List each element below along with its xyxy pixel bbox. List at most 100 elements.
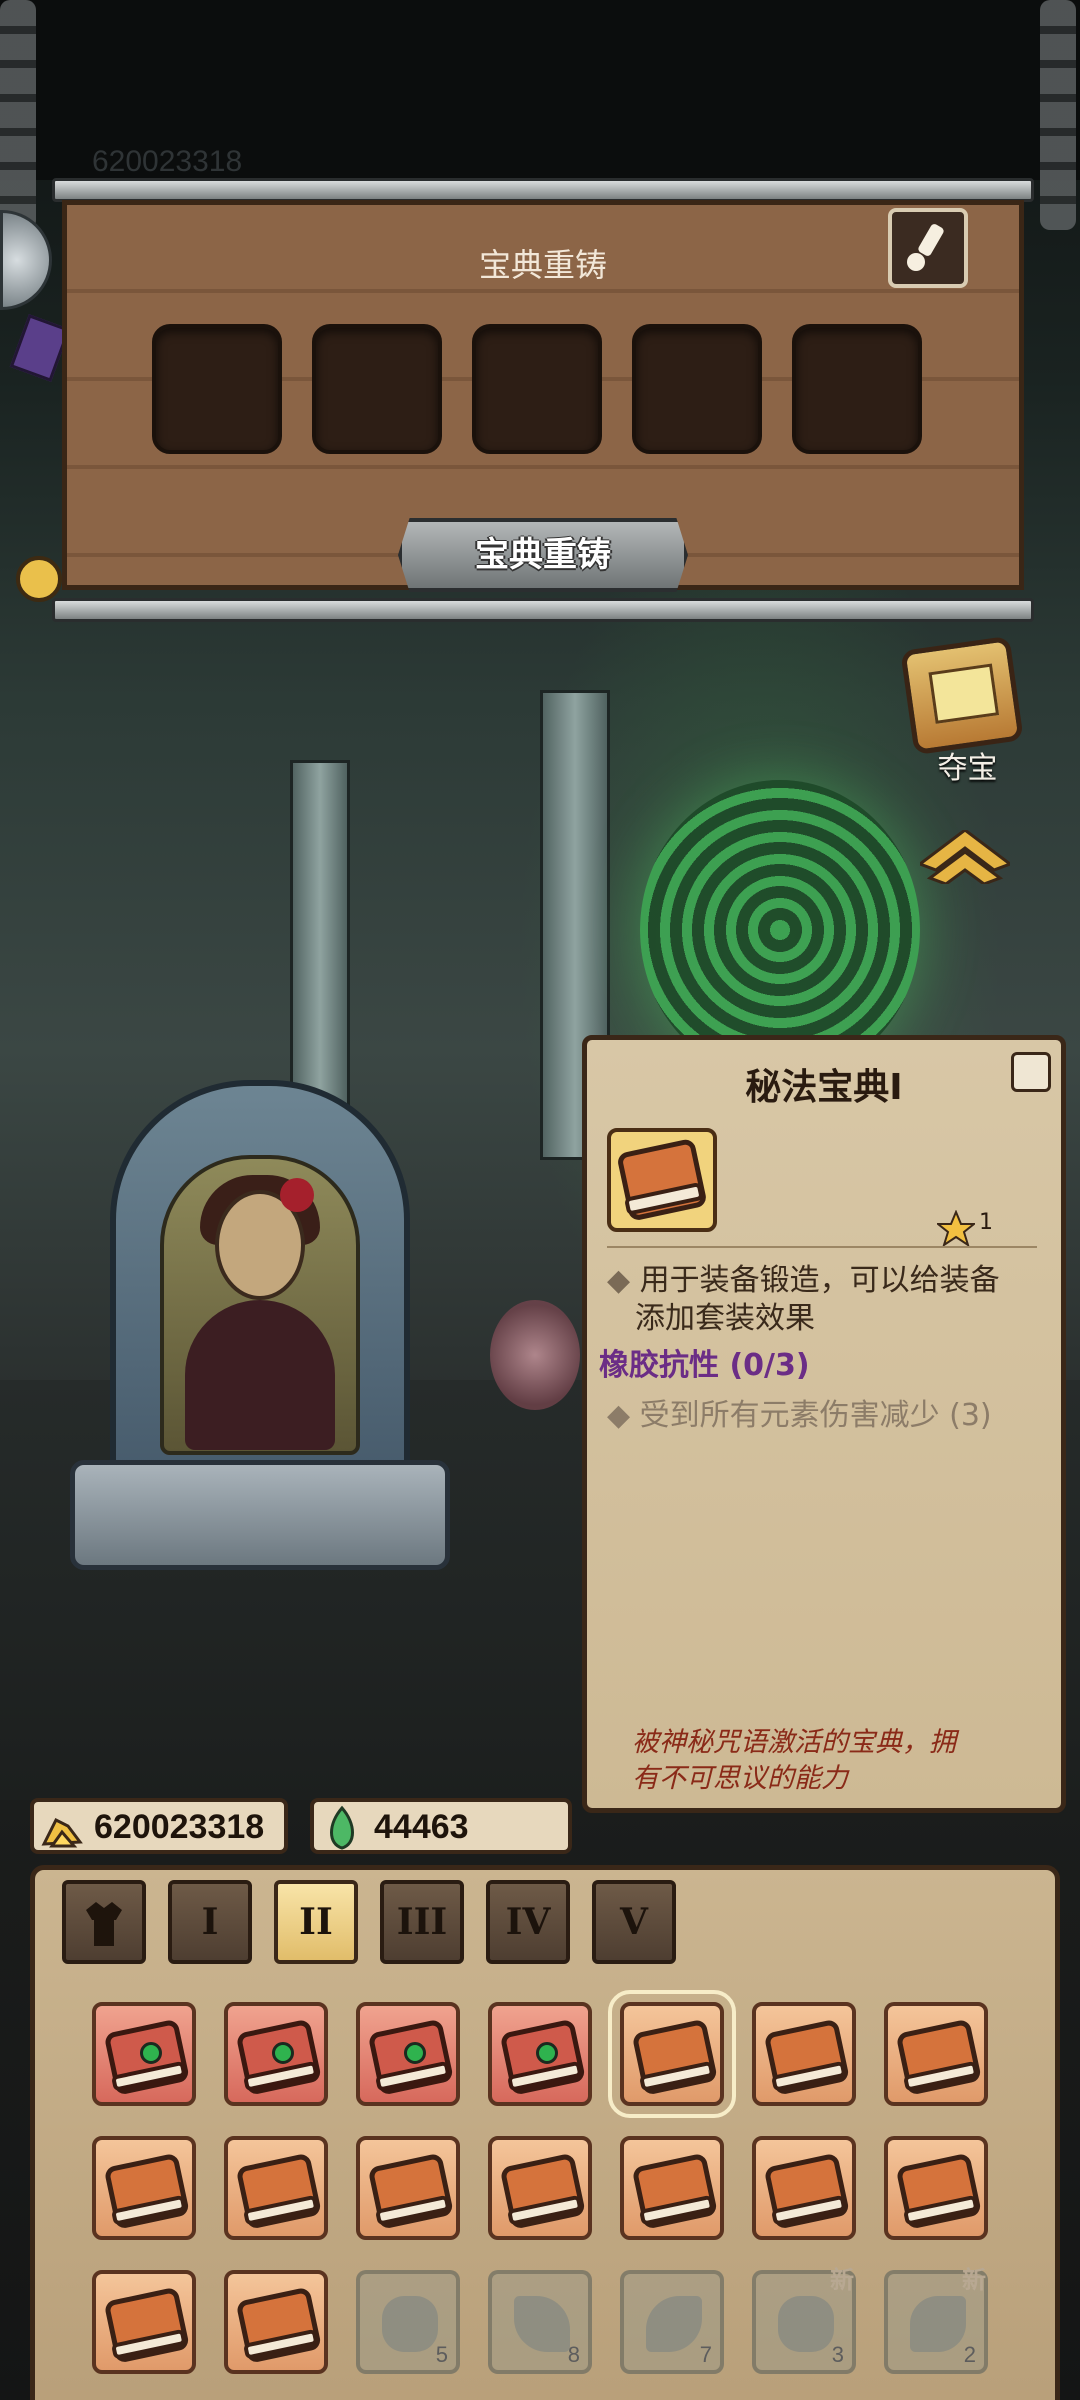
chevron-up-icon[interactable]: [920, 830, 1010, 884]
tab-tier-1[interactable]: I: [168, 1880, 252, 1964]
edit-button[interactable]: [888, 208, 968, 288]
book-item[interactable]: [224, 2270, 328, 2374]
card-corner-icon[interactable]: [1011, 1052, 1051, 1092]
set-effect: ◆ 受到所有元素伤害减少 (3): [607, 1398, 992, 1433]
item-count: 3: [831, 2342, 844, 2367]
item-title: 秘法宝典Ⅰ: [745, 1067, 903, 1108]
orange-book-icon: [765, 2154, 849, 2228]
flavor-line: 有不可思议的能力: [632, 1763, 848, 1794]
green-essence-icon: [330, 1805, 354, 1850]
merchant-desk: [70, 1460, 450, 1570]
orange-book-icon: [369, 2154, 453, 2228]
green-gem-icon: [404, 2042, 426, 2064]
book-item[interactable]: [488, 2136, 592, 2240]
material-silhouette-icon: [382, 2296, 438, 2352]
book-item-selected[interactable]: [608, 1990, 736, 2118]
reforge-slot[interactable]: [312, 324, 442, 454]
book-item[interactable]: [92, 2270, 196, 2374]
rose-icon: [280, 1178, 314, 1212]
merchant-throne[interactable]: [70, 1060, 450, 1580]
tab-tier-4[interactable]: IV: [486, 1880, 570, 1964]
material-silhouette-icon: [910, 2296, 966, 2352]
panel-top-rail: [52, 178, 1034, 202]
essence-currency: 44463: [310, 1798, 572, 1854]
material-silhouette-icon: [514, 2296, 570, 2352]
book-item[interactable]: [752, 2136, 856, 2240]
tab-tier-5[interactable]: V: [592, 1880, 676, 1964]
book-icon: [618, 1139, 706, 1220]
description-line: 添加套装效果: [635, 1301, 815, 1336]
orange-book-icon: [765, 2020, 849, 2094]
treasure-label: 夺宝: [937, 752, 998, 785]
locked-material-item[interactable]: 5: [356, 2270, 460, 2374]
set-effect-text: 受到所有元素伤害减少 (3): [639, 1398, 992, 1433]
book-item[interactable]: [356, 2136, 460, 2240]
locked-material-item[interactable]: 7: [620, 2270, 724, 2374]
card-divider: [607, 1246, 1037, 1248]
book-item[interactable]: [224, 2136, 328, 2240]
book-item-gem[interactable]: [356, 2002, 460, 2106]
item-count: 7: [699, 2342, 712, 2367]
ghost-character: [490, 1300, 580, 1410]
orange-book-icon: [237, 2154, 321, 2228]
item-info-card: 秘法宝典Ⅰ 1 ◆ 用于装备锻造，可以给装备 添加套装效果 橡胶抗性 (0/3)…: [582, 1035, 1066, 1813]
gold-pile-icon: [41, 1817, 83, 1848]
material-silhouette-icon: [646, 2296, 702, 2352]
book-item-gem[interactable]: [224, 2002, 328, 2106]
reforge-slots: [152, 324, 922, 454]
new-badge: 新: [830, 2266, 854, 2294]
reforge-slot[interactable]: [472, 324, 602, 454]
tab-armor[interactable]: [62, 1880, 146, 1964]
merchant-body: [185, 1300, 335, 1450]
material-silhouette-icon: [778, 2296, 834, 2352]
new-badge: 新: [962, 2266, 986, 2294]
book-item[interactable]: [884, 2002, 988, 2106]
reforge-slot[interactable]: [632, 324, 762, 454]
orange-book-icon: [897, 2020, 981, 2094]
reforge-slot[interactable]: [792, 324, 922, 454]
essence-amount: 44463: [374, 1808, 469, 1846]
reforge-button-label: 宝典重铸: [475, 535, 611, 575]
green-gem-icon: [272, 2042, 294, 2064]
item-book-icon: [607, 1128, 717, 1232]
book-item[interactable]: [620, 2136, 724, 2240]
locked-material-item[interactable]: 新 2: [884, 2266, 988, 2374]
star-icon: [937, 1210, 975, 1248]
treasure-hunt-button[interactable]: 夺宝: [895, 635, 1040, 785]
book-item-gem[interactable]: [92, 2002, 196, 2106]
item-description: ◆ 用于装备锻造，可以给装备 添加套装效果: [607, 1262, 1047, 1338]
description-line: 用于装备锻造，可以给装备: [639, 1263, 1000, 1298]
locked-material-item[interactable]: 8: [488, 2270, 592, 2374]
reforge-button[interactable]: 宝典重铸: [398, 518, 688, 592]
reforge-slot[interactable]: [152, 324, 282, 454]
set-name: 橡胶抗性 (0/3): [599, 1348, 810, 1383]
orange-book-icon: [633, 2020, 717, 2094]
tier-tabs: I II III IV V: [62, 1880, 676, 1964]
green-gem-icon: [140, 2042, 162, 2064]
orange-book-icon: [105, 2154, 189, 2228]
shirt-icon: [86, 1902, 122, 1946]
book-item[interactable]: [884, 2136, 988, 2240]
item-count: 2: [963, 2342, 976, 2367]
inventory-grid: 5 8 7 新 3 新 2: [92, 1990, 988, 2374]
flavor-line: 被神秘咒语激活的宝典，拥: [632, 1727, 956, 1758]
book-item-gem[interactable]: [488, 2002, 592, 2106]
item-count: 8: [567, 2342, 580, 2367]
book-item[interactable]: [92, 2136, 196, 2240]
gold-currency: 620023318: [30, 1798, 288, 1854]
treasure-chest-icon: [900, 635, 1024, 756]
panel-title: 宝典重铸: [478, 247, 607, 283]
left-chain: [0, 0, 36, 230]
reforge-panel: 宝典重铸 宝典重铸: [52, 178, 1034, 622]
gold-amount: 620023318: [94, 1808, 265, 1846]
book-item[interactable]: [752, 2002, 856, 2106]
locked-material-item[interactable]: 新 3: [752, 2266, 856, 2374]
orange-book-icon: [501, 2154, 585, 2228]
flavor-text: 被神秘咒语激活的宝典，拥 有不可思议的能力: [632, 1725, 1032, 1797]
item-count: 5: [435, 2342, 448, 2367]
panel-bottom-rail: [52, 598, 1034, 622]
tab-tier-2[interactable]: II: [274, 1880, 358, 1964]
tab-tier-3[interactable]: III: [380, 1880, 464, 1964]
orange-book-icon: [237, 2288, 321, 2362]
orange-book-icon: [633, 2154, 717, 2228]
